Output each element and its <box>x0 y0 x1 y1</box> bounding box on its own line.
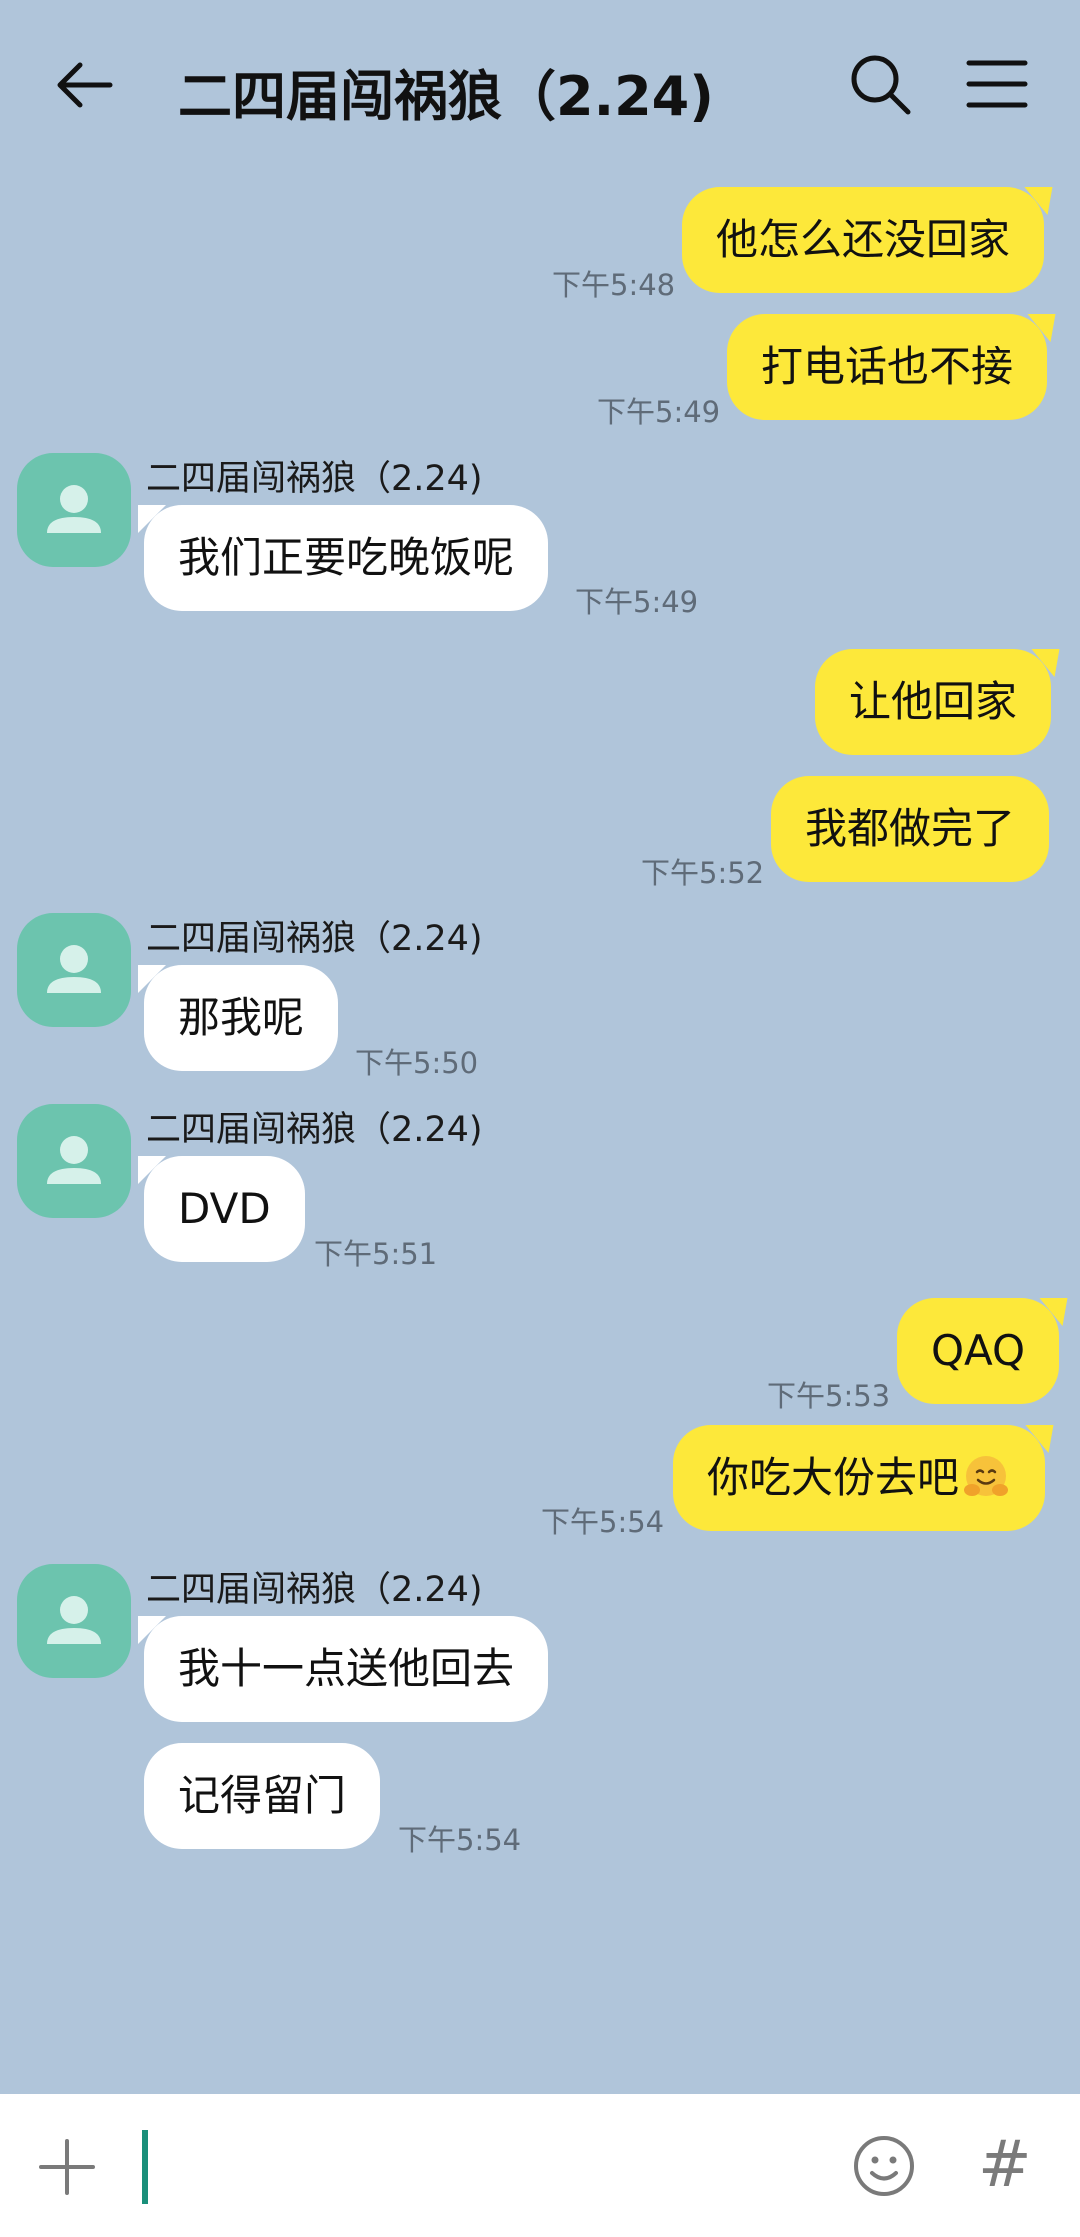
message-text: 你吃大份去吧 <box>707 1453 960 1502</box>
message-time: 下午5:51 <box>314 1237 438 1271</box>
sender-name: 二四届闯祸狼（2.24) <box>146 919 483 959</box>
emoji-icon <box>854 2136 914 2196</box>
message-text: 打电话也不接 <box>761 342 1014 391</box>
contact-avatar[interactable] <box>17 453 131 567</box>
message-bubble-incoming[interactable]: 记得留门 <box>144 1743 381 1849</box>
menu-icon <box>966 60 1028 108</box>
message-input-bar: # <box>0 2094 1080 2237</box>
message-bubble-incoming[interactable]: 我十一点送他回去 <box>137 1616 549 1722</box>
message-time: 下午5:54 <box>541 1505 665 1539</box>
sender-name: 二四届闯祸狼（2.24) <box>146 1570 483 1610</box>
message-text: 让他回家 <box>849 677 1018 726</box>
message-text: QAQ <box>931 1326 1026 1375</box>
search-button[interactable] <box>848 52 914 118</box>
menu-button[interactable] <box>966 58 1028 110</box>
message-time: 下午5:52 <box>641 856 765 890</box>
text-caret <box>142 2130 148 2204</box>
person-icon <box>47 1136 101 1184</box>
message-text: 他怎么还没回家 <box>716 215 1011 264</box>
message-time: 下午5:49 <box>575 585 699 619</box>
message-text: 那我呢 <box>178 993 305 1042</box>
contact-avatar[interactable] <box>17 1104 131 1218</box>
message-text: 我十一点送他回去 <box>178 1644 515 1693</box>
search-icon <box>851 55 911 115</box>
contact-avatar[interactable] <box>17 1564 131 1678</box>
person-icon <box>47 945 101 993</box>
message-input[interactable] <box>140 2124 804 2206</box>
message-text: 记得留门 <box>178 1771 347 1820</box>
message-bubble-outgoing[interactable]: 我都做完了 <box>771 776 1050 882</box>
contact-avatar[interactable] <box>17 913 131 1027</box>
message-bubble-incoming[interactable]: 那我呢 <box>137 965 339 1071</box>
hashtag-button[interactable]: # <box>978 2128 1032 2202</box>
attach-button[interactable] <box>38 2138 96 2196</box>
emoji-button[interactable] <box>852 2134 916 2198</box>
plus-icon <box>39 2139 95 2195</box>
sender-name: 二四届闯祸狼（2.24) <box>146 1110 483 1150</box>
person-icon <box>47 1596 101 1644</box>
message-time: 下午5:50 <box>355 1046 479 1080</box>
message-text: DVD <box>178 1184 271 1233</box>
sender-name: 二四届闯祸狼（2.24) <box>146 459 483 499</box>
message-time: 下午5:54 <box>398 1823 522 1857</box>
message-bubble-incoming[interactable]: 我们正要吃晚饭呢 <box>137 505 549 611</box>
message-text: 我们正要吃晚饭呢 <box>178 533 515 582</box>
chat-title: 二四届闯祸狼（2.24) <box>178 65 714 128</box>
message-bubble-outgoing[interactable]: 打电话也不接 <box>727 314 1048 420</box>
chat-header: 二四届闯祸狼（2.24) <box>0 0 1080 170</box>
message-bubble-incoming[interactable]: DVD <box>138 1156 305 1262</box>
message-bubble-outgoing[interactable]: 让他回家 <box>815 649 1052 755</box>
person-icon <box>47 485 101 533</box>
message-text: 我都做完了 <box>805 804 1016 853</box>
message-time: 下午5:49 <box>597 395 721 429</box>
message-bubble-outgoing[interactable]: QAQ <box>897 1298 1060 1404</box>
message-time: 下午5:53 <box>767 1379 891 1413</box>
back-button[interactable] <box>50 50 120 120</box>
back-arrow-icon <box>57 62 113 108</box>
message-bubble-outgoing[interactable]: 他怎么还没回家 <box>682 187 1045 293</box>
message-time: 下午5:48 <box>552 268 676 302</box>
hugging-face-emoji-icon <box>964 1455 1009 1496</box>
message-bubble-outgoing[interactable]: 你吃大份去吧 <box>673 1425 1046 1531</box>
